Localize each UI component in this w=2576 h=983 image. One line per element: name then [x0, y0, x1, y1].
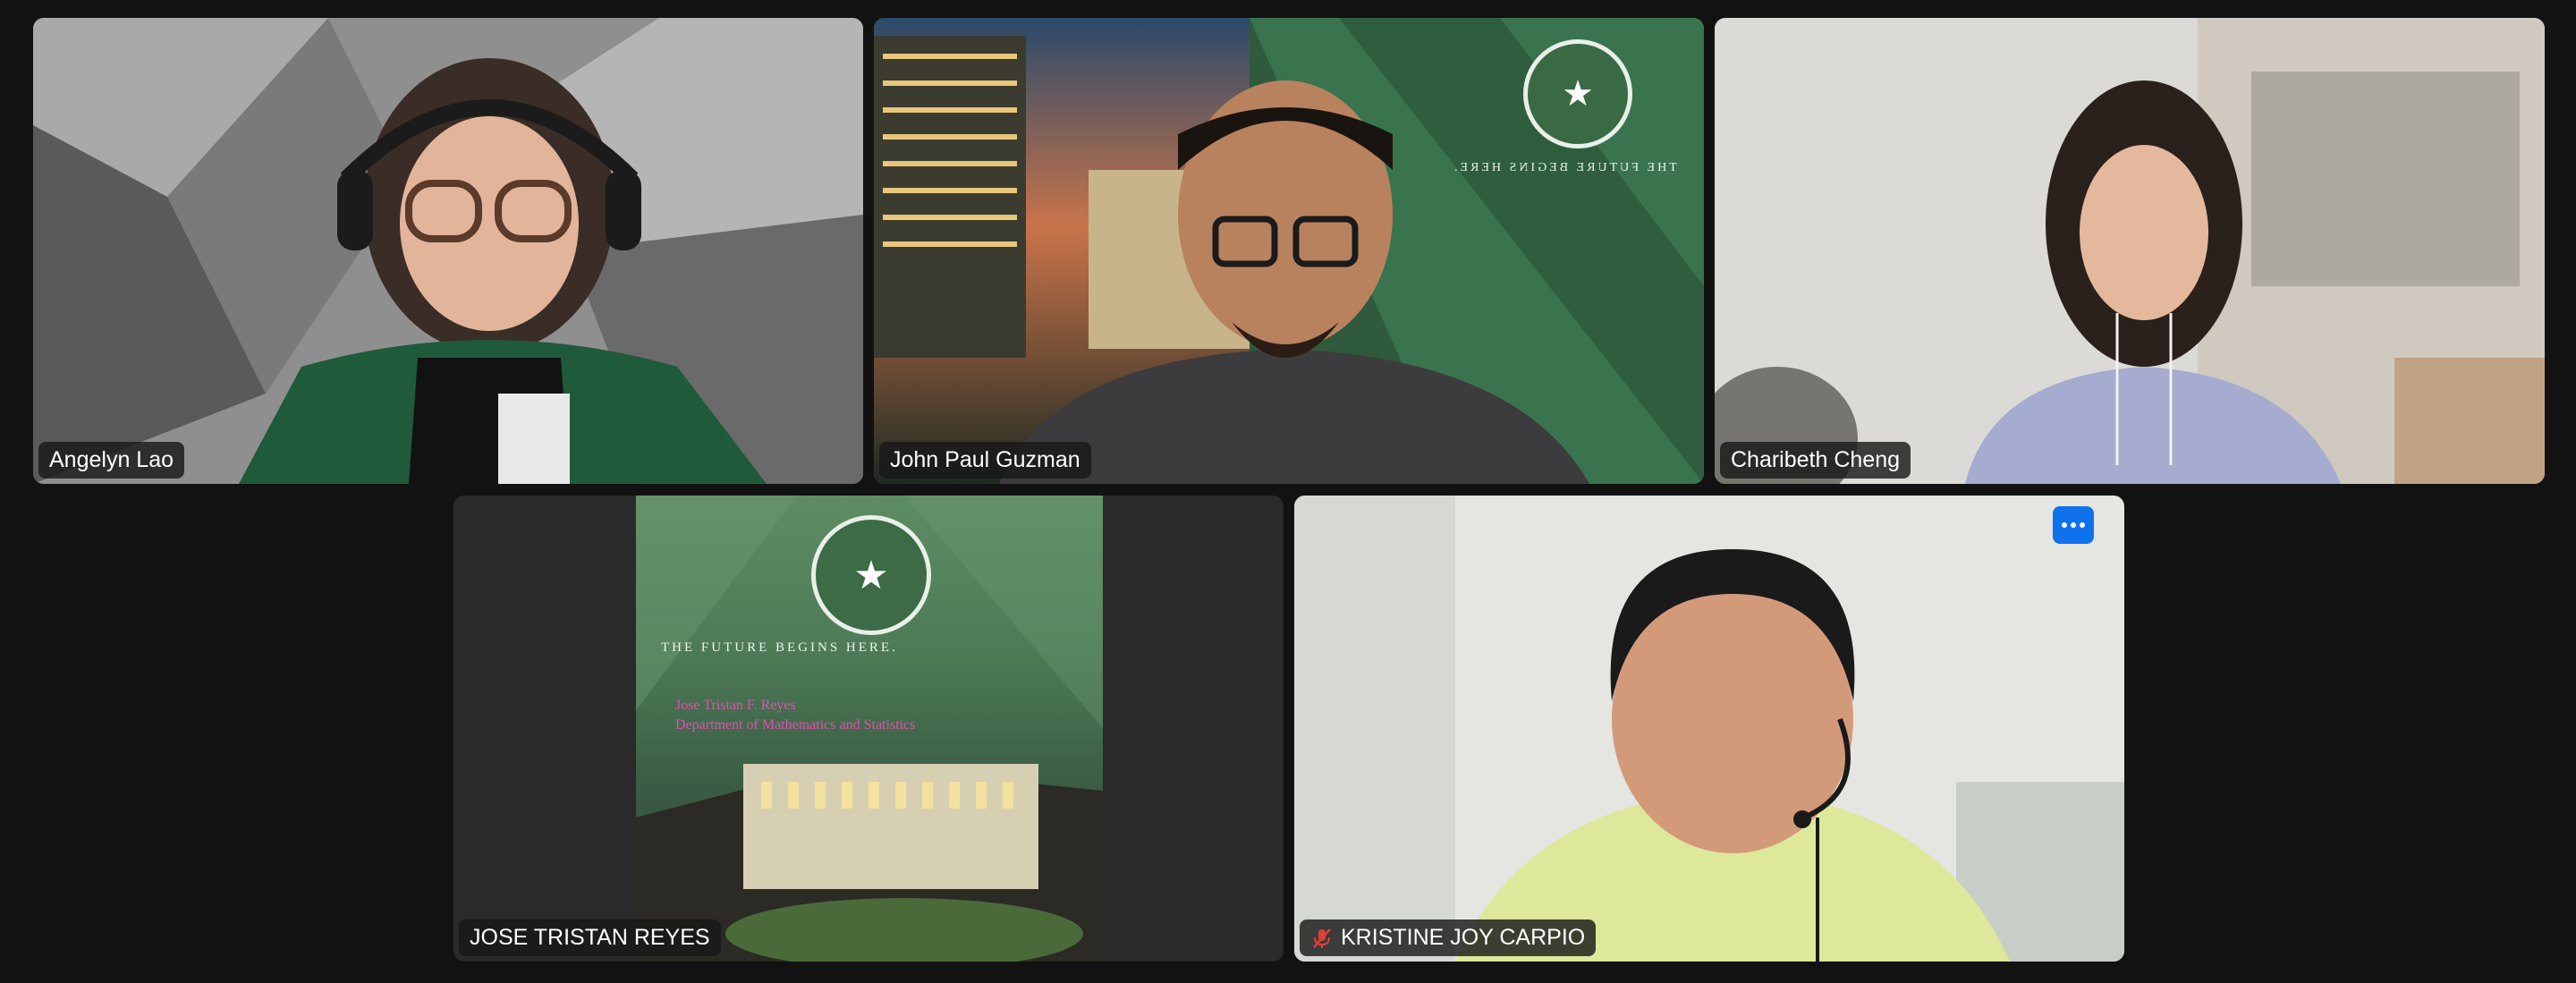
video-feed [33, 18, 863, 484]
shared-slide-background: ★ THE FUTURE BEGINS HERE. Jose Tristan F… [636, 496, 1103, 962]
participant-nameplate: Charibeth Cheng [1720, 442, 1911, 479]
participant-nameplate: JOSE TRISTAN REYES [459, 919, 721, 956]
more-options-button[interactable] [2053, 506, 2094, 544]
participant-name: KRISTINE JOY CARPIO [1341, 925, 1586, 950]
video-tile-angelyn-lao[interactable]: Angelyn Lao [33, 18, 863, 484]
participant-nameplate: Angelyn Lao [38, 442, 185, 479]
participant-name: JOSE TRISTAN REYES [470, 925, 710, 950]
ellipsis-icon [2062, 522, 2067, 528]
participant-nameplate: KRISTINE JOY CARPIO [1300, 919, 1597, 956]
university-seal-logo: ★ [1523, 39, 1632, 148]
participant-nameplate: John Paul Guzman [879, 442, 1091, 479]
slide-department: Department of Mathematics and Statistics [675, 717, 916, 733]
participant-name: Charibeth Cheng [1731, 447, 1901, 472]
video-tile-jose-tristan-reyes[interactable]: ★ THE FUTURE BEGINS HERE. Jose Tristan F… [453, 496, 1284, 962]
participant-name: Angelyn Lao [49, 447, 174, 472]
mic-muted-icon [1313, 928, 1331, 948]
video-tile-john-paul-guzman[interactable]: ★ THE FUTURE BEGINS HERE. John Paul Guzm… [874, 18, 1704, 484]
slide-presenter-name: Jose Tristan F. Reyes [675, 698, 796, 713]
background-tagline: THE FUTURE BEGINS HERE. [1452, 161, 1677, 174]
video-feed [1294, 496, 2124, 962]
video-tile-kristine-joy-carpio[interactable]: KRISTINE JOY CARPIO [1294, 496, 2124, 962]
video-feed [1715, 18, 2545, 484]
participant-name: John Paul Guzman [890, 447, 1080, 472]
university-seal-logo: ★ [811, 515, 931, 635]
slide-tagline: THE FUTURE BEGINS HERE. [661, 640, 898, 655]
video-tile-charibeth-cheng[interactable]: Charibeth Cheng [1715, 18, 2545, 484]
